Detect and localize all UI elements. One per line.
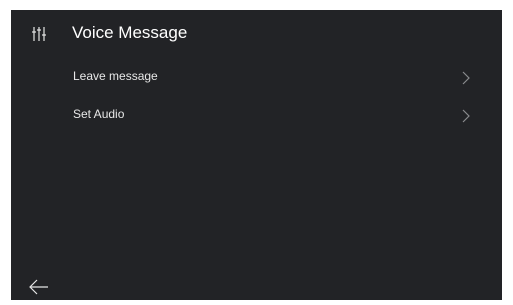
arrow-left-icon[interactable] (28, 278, 50, 296)
page-title: Voice Message (72, 23, 188, 42)
chevron-right-icon (462, 71, 470, 85)
menu-item-set-audio[interactable]: Set Audio (11, 100, 502, 130)
chevron-right-icon (462, 109, 470, 123)
menu-item-label: Set Audio (73, 107, 125, 121)
menu-item-label: Leave message (73, 69, 158, 83)
equalizer-sliders-icon (32, 27, 46, 41)
voice-message-screen: Voice Message Leave message Set Audio (11, 10, 502, 300)
menu-item-leave-message[interactable]: Leave message (11, 62, 502, 92)
